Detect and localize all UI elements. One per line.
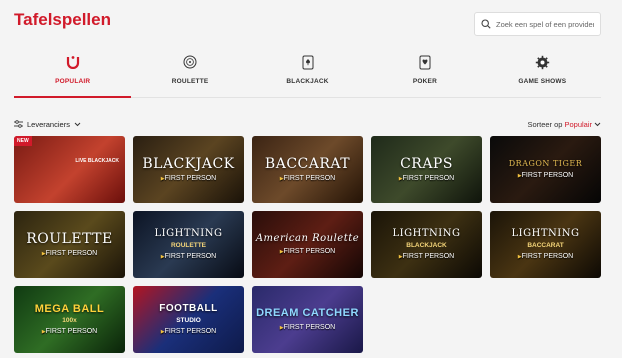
tab-popular[interactable]: POPULAIR: [14, 48, 132, 98]
game-card-dream-catcher[interactable]: DREAM CATCHER FIRST PERSON: [252, 286, 363, 353]
game-title: LIGHTNING: [154, 228, 223, 240]
game-provider: FIRST PERSON: [42, 250, 98, 257]
game-provider: FIRST PERSON: [399, 253, 455, 260]
chevron-down-icon: [74, 122, 81, 126]
poker-card-icon: [419, 54, 431, 70]
search-icon: [481, 19, 491, 29]
tab-label: ROULETTE: [171, 78, 209, 85]
game-title: CRAPS: [400, 155, 453, 172]
game-subtitle: BACCARAT: [527, 241, 564, 249]
game-title: ROULETTE: [26, 230, 113, 247]
tab-label: POKER: [412, 78, 437, 85]
game-card-mega-ball[interactable]: MEGA BALL 100x FIRST PERSON: [14, 286, 125, 353]
tab-label: POPULAIR: [55, 78, 91, 85]
tab-blackjack[interactable]: BLACKJACK: [249, 48, 366, 97]
game-title: American Roulette: [255, 232, 360, 244]
game-card-dragon-tiger[interactable]: DRAGON TIGER FIRST PERSON: [490, 136, 601, 203]
search-input[interactable]: [496, 19, 594, 29]
sort-value: Populair: [564, 119, 592, 129]
game-title: LIGHTNING: [511, 228, 580, 240]
game-card-blackjack[interactable]: BLACKJACK FIRST PERSON: [133, 136, 244, 203]
chevron-down-icon: [594, 122, 601, 126]
tab-label: GAME SHOWS: [518, 78, 567, 85]
game-provider: FIRST PERSON: [280, 324, 336, 331]
sort-dropdown[interactable]: Sorteer op Populair: [527, 120, 601, 129]
game-provider: FIRST PERSON: [280, 248, 336, 255]
game-provider: FIRST PERSON: [161, 175, 217, 182]
game-title: BACCARAT: [264, 155, 351, 172]
sort-prefix: Sorteer op: [527, 119, 563, 129]
tab-poker[interactable]: POKER: [366, 48, 483, 97]
game-card-football-studio[interactable]: FOOTBALL STUDIO FIRST PERSON: [133, 286, 244, 353]
game-card-roulette[interactable]: ROULETTE FIRST PERSON: [14, 211, 125, 278]
tab-game-shows[interactable]: GAME SHOWS: [484, 48, 601, 97]
page-title: Tafelspellen: [14, 10, 111, 29]
tab-roulette[interactable]: ROULETTE: [131, 48, 248, 97]
filter-sliders-icon: [14, 120, 23, 128]
game-shows-icon: [535, 54, 550, 70]
game-provider: FIRST PERSON: [518, 172, 574, 179]
game-provider: FIRST PERSON: [42, 328, 98, 335]
game-provider: FIRST PERSON: [518, 253, 574, 260]
game-card-lightning-baccarat[interactable]: LIGHTNING BACCARAT FIRST PERSON: [490, 211, 601, 278]
popular-icon: [65, 54, 81, 70]
game-card-lightning-blackjack[interactable]: LIGHTNING BLACKJACK FIRST PERSON: [371, 211, 482, 278]
providers-filter-button[interactable]: Leveranciers: [14, 120, 81, 129]
game-card-american-roulette[interactable]: American Roulette FIRST PERSON: [252, 211, 363, 278]
game-provider: FIRST PERSON: [399, 175, 455, 182]
game-provider: FIRST PERSON: [161, 328, 217, 335]
game-card-baccarat[interactable]: BACCARAT FIRST PERSON: [252, 136, 363, 203]
game-subtitle: BLACKJACK: [406, 241, 447, 249]
game-title: DREAM CATCHER: [256, 307, 359, 320]
tab-label: BLACKJACK: [286, 78, 329, 85]
game-subtitle: 100x: [62, 317, 77, 325]
live-blackjack-logo: LIVE BLACKJACK: [75, 158, 119, 164]
blackjack-card-icon: [302, 54, 314, 70]
game-provider: FIRST PERSON: [280, 175, 336, 182]
game-title: FOOTBALL: [159, 303, 218, 315]
game-subtitle: STUDIO: [176, 316, 201, 324]
game-subtitle: ROULETTE: [170, 241, 207, 249]
game-card-lightning-roulette[interactable]: LIGHTNING ROULETTE FIRST PERSON: [133, 211, 244, 278]
filter-toolbar: Leveranciers Sorteer op Populair: [14, 118, 601, 130]
game-provider: FIRST PERSON: [161, 253, 217, 260]
game-card-craps[interactable]: CRAPS FIRST PERSON: [371, 136, 482, 203]
new-badge: NEW: [14, 136, 32, 146]
game-title: BLACKJACK: [142, 155, 235, 172]
game-title: DRAGON TIGER: [508, 158, 583, 168]
game-title: LIGHTNING: [392, 228, 461, 240]
game-card-live-blackjack[interactable]: NEW LIVE BLACKJACK: [14, 136, 125, 203]
roulette-icon: [183, 54, 197, 70]
search-box[interactable]: [474, 12, 601, 36]
games-grid: NEW LIVE BLACKJACK BLACKJACK FIRST PERSO…: [14, 136, 602, 353]
category-tabs: POPULAIR ROULETTE BLACKJACK POKER GAME S…: [14, 48, 601, 98]
providers-filter-label: Leveranciers: [27, 119, 70, 129]
game-title: MEGA BALL: [34, 302, 105, 315]
